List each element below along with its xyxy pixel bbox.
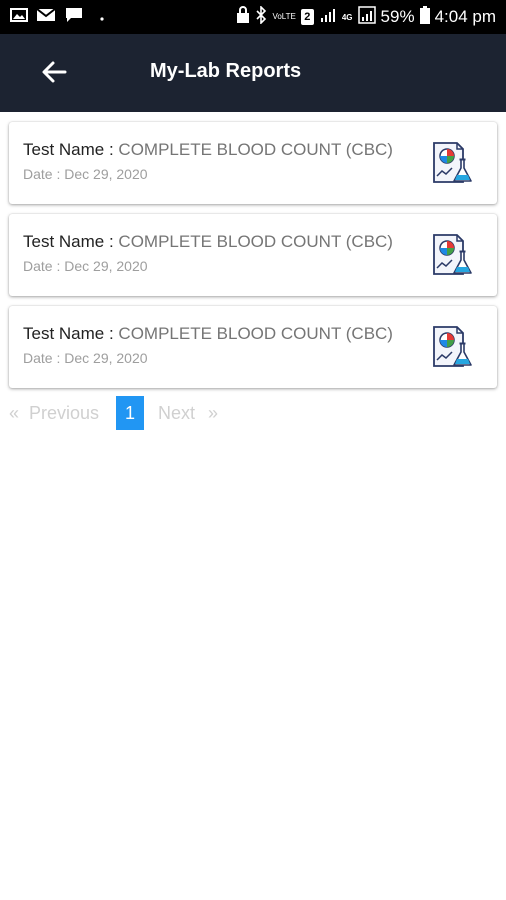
- test-date-line: Date : Dec 29, 2020: [23, 350, 148, 366]
- report-card[interactable]: Test Name : COMPLETE BLOOD COUNT (CBC) D…: [9, 122, 497, 204]
- page-title: My-Lab Reports: [150, 60, 302, 82]
- date-value: Dec 29, 2020: [64, 166, 148, 182]
- sim-badge-text: 2: [304, 11, 311, 23]
- lab-report-icon[interactable]: [431, 140, 475, 186]
- back-button[interactable]: [36, 56, 72, 92]
- test-name-line: Test Name : COMPLETE BLOOD COUNT (CBC): [23, 324, 393, 344]
- date-value: Dec 29, 2020: [64, 258, 148, 274]
- volte-text: VoLTE: [272, 12, 296, 21]
- test-name-label: Test Name :: [23, 324, 119, 343]
- lock-icon: [236, 5, 250, 29]
- test-name-line: Test Name : COMPLETE BLOOD COUNT (CBC): [23, 232, 393, 252]
- dot-icon: [100, 8, 104, 26]
- report-card[interactable]: Test Name : COMPLETE BLOOD COUNT (CBC) D…: [9, 306, 497, 388]
- 4g-icon: 4G: [342, 13, 353, 22]
- next-button[interactable]: Next: [158, 396, 195, 430]
- image-icon: [10, 7, 28, 28]
- lab-report-icon[interactable]: [431, 324, 475, 370]
- network-4g-text: 4G: [341, 12, 353, 22]
- sim-icon: 2: [300, 9, 314, 25]
- test-name-value: COMPLETE BLOOD COUNT (CBC): [118, 232, 393, 251]
- status-right-icons: VoLTE 2 4G 59% 4:04 pm: [236, 4, 496, 29]
- app-header: My-Lab Reports: [0, 34, 506, 112]
- date-label: Date :: [23, 350, 65, 366]
- next-arrow[interactable]: »: [208, 396, 218, 430]
- date-label: Date :: [23, 166, 65, 182]
- previous-button[interactable]: Previous: [29, 396, 99, 430]
- report-card[interactable]: Test Name : COMPLETE BLOOD COUNT (CBC) D…: [9, 214, 497, 296]
- battery-icon: [419, 5, 430, 29]
- arrow-left-icon: [41, 60, 67, 89]
- previous-arrow[interactable]: «: [9, 396, 19, 430]
- volte-icon: VoLTE: [272, 13, 295, 21]
- date-value: Dec 29, 2020: [64, 350, 148, 366]
- signal-icon: [319, 6, 337, 29]
- status-left-icons: [10, 6, 104, 29]
- signal-icon-2: [357, 5, 376, 29]
- date-label: Date :: [23, 258, 65, 274]
- lab-report-icon[interactable]: [431, 232, 475, 278]
- mail-icon: [36, 7, 56, 28]
- test-name-label: Test Name :: [23, 140, 119, 159]
- page-1-button[interactable]: 1: [116, 396, 144, 430]
- test-name-value: COMPLETE BLOOD COUNT (CBC): [118, 140, 393, 159]
- test-date-line: Date : Dec 29, 2020: [23, 166, 148, 182]
- status-bar: VoLTE 2 4G 59% 4:04 pm: [0, 0, 506, 34]
- bluetooth-icon: [255, 4, 267, 29]
- battery-percent: 59%: [380, 7, 415, 26]
- pagination: « Previous 1 Next »: [0, 396, 506, 432]
- chat-icon: [64, 6, 84, 29]
- test-name-line: Test Name : COMPLETE BLOOD COUNT (CBC): [23, 140, 393, 160]
- clock-time: 4:04 pm: [434, 7, 496, 26]
- test-name-label: Test Name :: [23, 232, 119, 251]
- test-name-value: COMPLETE BLOOD COUNT (CBC): [118, 324, 393, 343]
- test-date-line: Date : Dec 29, 2020: [23, 258, 148, 274]
